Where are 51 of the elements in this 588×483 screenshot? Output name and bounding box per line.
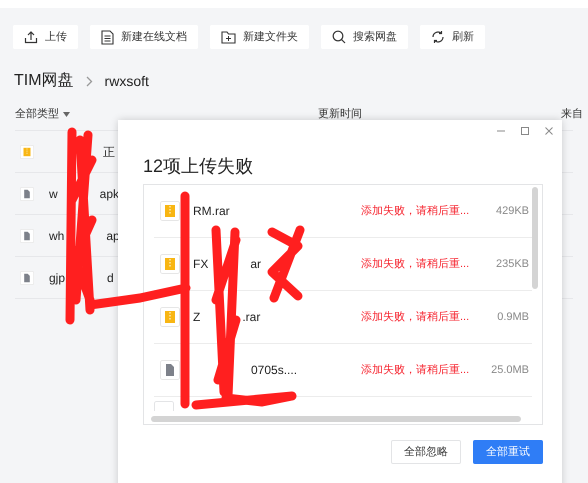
column-header[interactable]: 全部类型 xyxy=(15,106,59,122)
archive-icon xyxy=(20,144,34,158)
file-icon xyxy=(20,228,34,242)
file-size: 235KB xyxy=(494,256,529,272)
file-name: d xyxy=(107,270,114,286)
retry-all-button[interactable]: 全部重试 xyxy=(473,440,543,464)
error-message: 添加失败，请稍后重... xyxy=(361,362,470,378)
caret-icon xyxy=(63,112,70,117)
file-name: ar xyxy=(250,256,262,273)
toolbar-button[interactable]: 搜索网盘 xyxy=(321,25,408,49)
file-name: .rar xyxy=(242,309,260,326)
file-name: 正 xyxy=(103,144,115,160)
file-name: w xyxy=(49,186,58,202)
file-name: apk xyxy=(100,186,120,202)
error-message: 添加失败，请稍后重... xyxy=(361,256,470,272)
dialog-title: 12项上传失败 xyxy=(143,155,254,178)
file-name: gjp xyxy=(49,270,66,286)
chevron-icon xyxy=(86,76,93,86)
toolbar-button[interactable]: 刷新 xyxy=(420,25,485,49)
file-name: wh xyxy=(49,228,64,244)
breadcrumb-item[interactable]: rwxsoft xyxy=(104,70,149,92)
file-size: 0.9MB xyxy=(496,310,529,325)
file-size: 429KB xyxy=(494,204,529,219)
file-name: 0705s.... xyxy=(251,362,298,379)
column-header[interactable]: 更新时间 xyxy=(318,106,362,122)
error-message: 添加失败，请稍后重... xyxy=(361,310,470,325)
refresh-icon xyxy=(431,30,445,44)
column-header[interactable]: 来自 xyxy=(561,106,583,122)
archive-icon xyxy=(160,307,180,327)
archive-icon xyxy=(160,201,180,221)
file-icon xyxy=(20,270,34,284)
document-icon xyxy=(101,30,114,44)
file-size: 25.0MB xyxy=(490,362,529,378)
upload-icon xyxy=(24,30,38,44)
file-name: RM.rar xyxy=(193,203,230,220)
archive-icon xyxy=(160,254,180,274)
toolbar-button[interactable]: 新建文件夹 xyxy=(210,25,309,49)
close-icon[interactable] xyxy=(544,126,554,136)
toolbar-button[interactable]: 新建在线文档 xyxy=(90,25,198,49)
toolbar-button[interactable]: 上传 xyxy=(13,25,78,49)
folder-add-icon xyxy=(221,30,236,44)
file-icon xyxy=(20,186,34,200)
file-name: FX xyxy=(193,256,208,273)
file-icon xyxy=(160,360,180,380)
file-icon xyxy=(154,401,174,411)
file-name: Z xyxy=(193,309,200,326)
search-icon xyxy=(332,30,346,44)
breadcrumb-item[interactable]: TIM网盘 xyxy=(14,69,74,93)
ignore-all-button[interactable]: 全部忽略 xyxy=(391,440,461,464)
error-message: 添加失败，请稍后重... xyxy=(361,204,470,219)
maximize-icon[interactable] xyxy=(520,126,530,136)
